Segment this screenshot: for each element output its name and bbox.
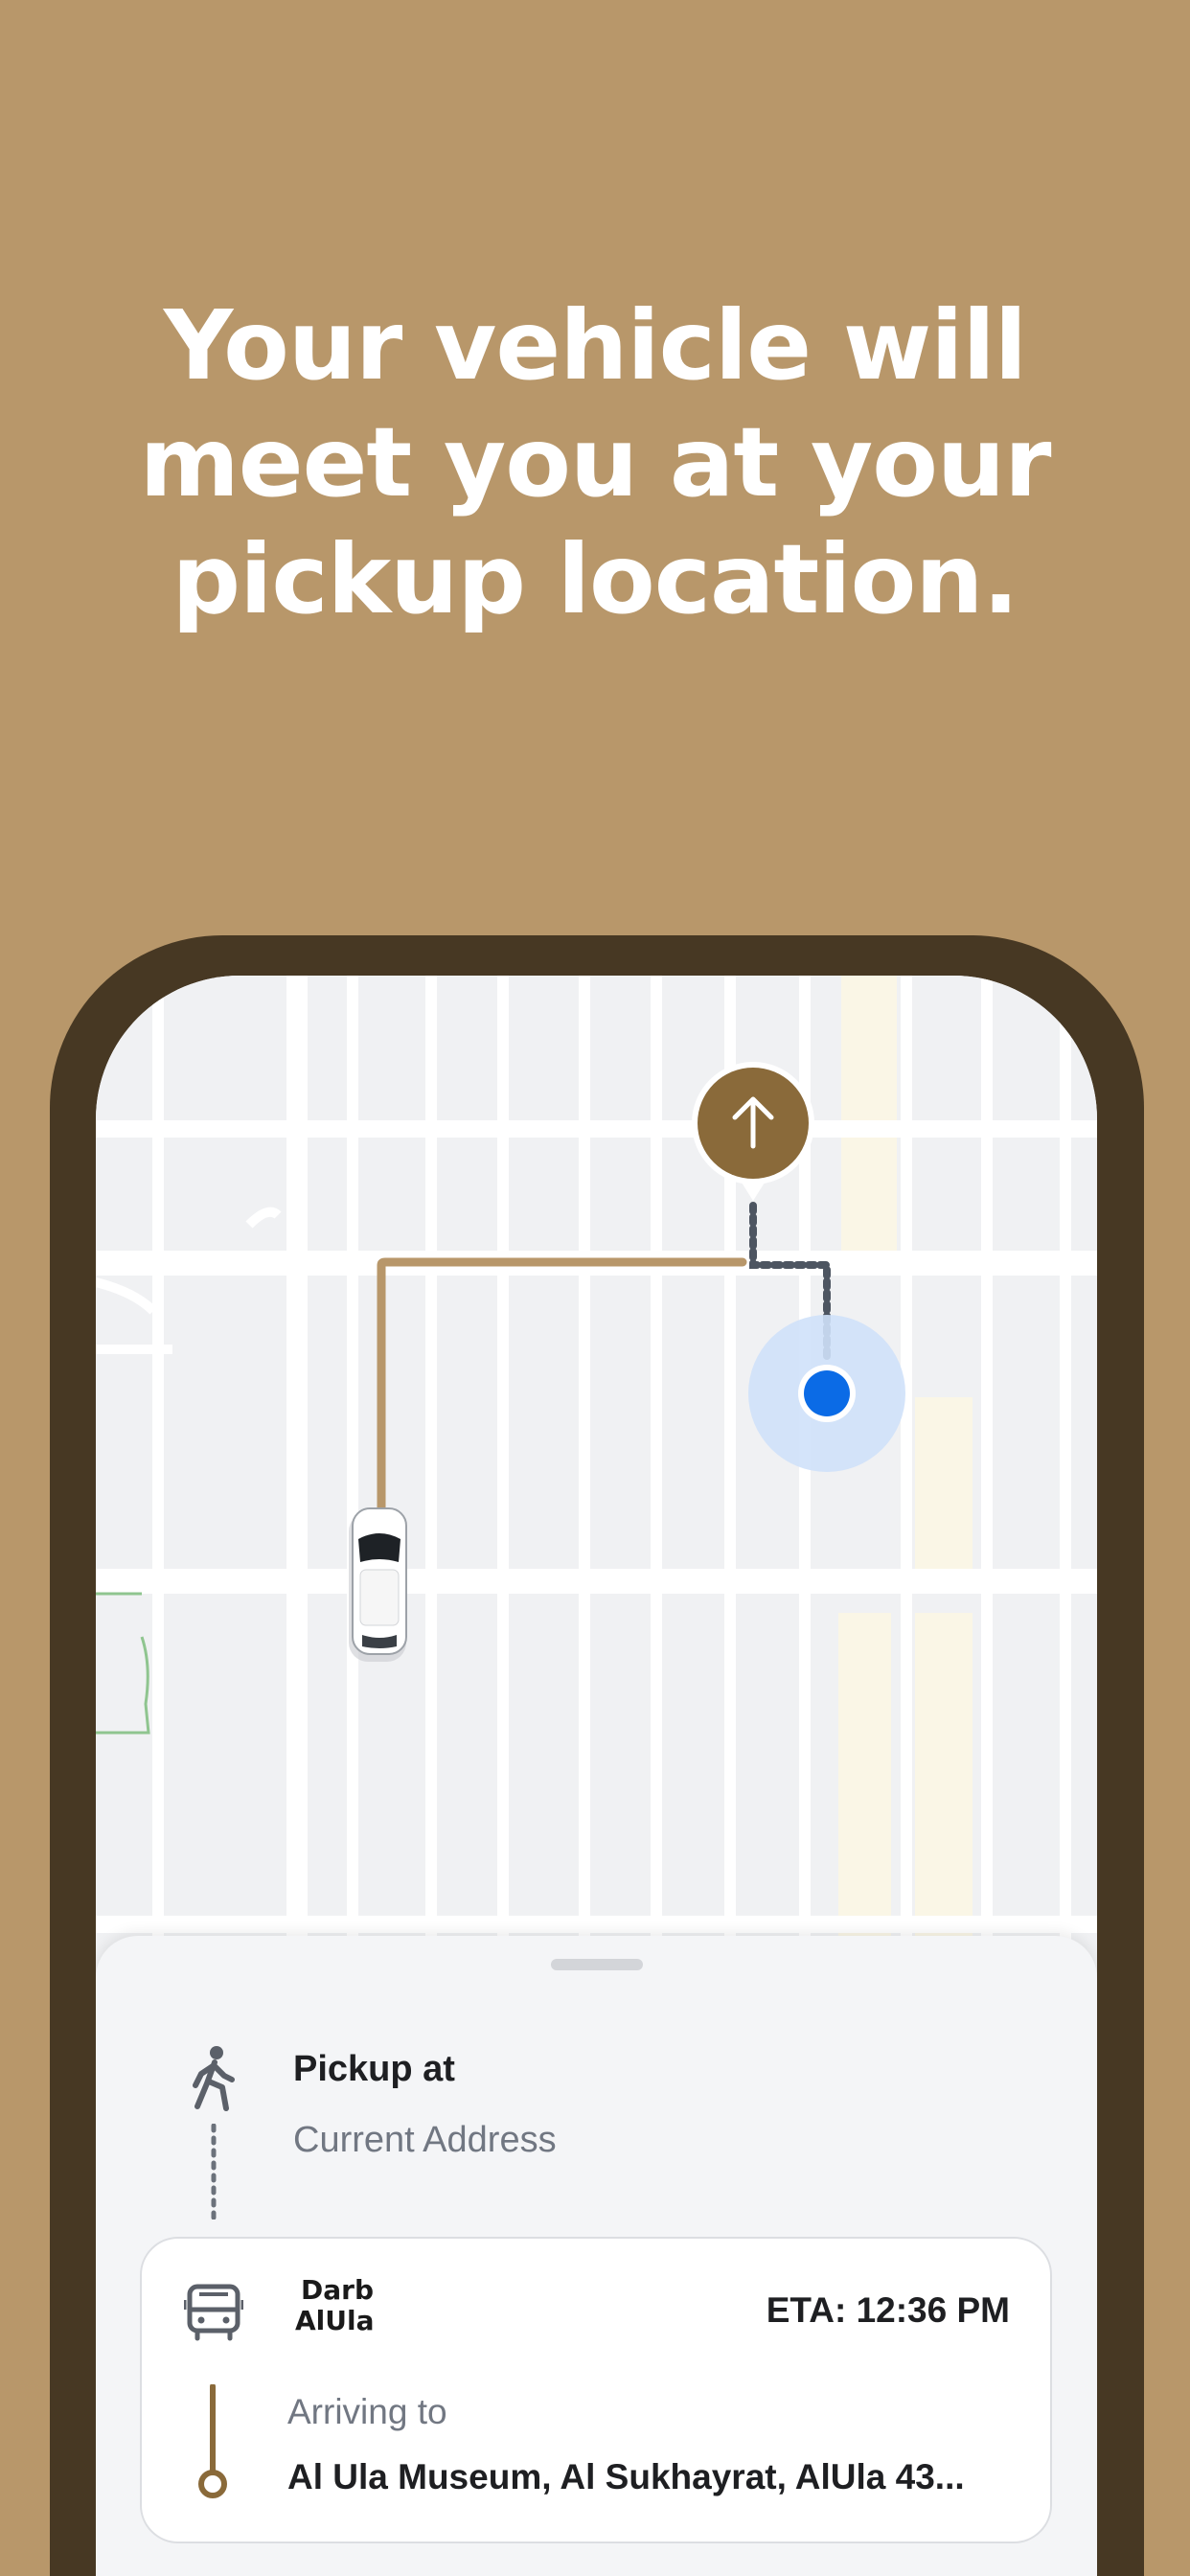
sheet-grabber[interactable]	[551, 1959, 643, 1970]
phone-screen: Pickup at Current Address Darb AlUla ETA…	[96, 976, 1097, 2576]
user-location-dot	[804, 1370, 850, 1416]
darb-alula-logo: Darb AlUla	[295, 2275, 375, 2336]
pickup-address[interactable]: Current Address	[293, 2120, 557, 2161]
headline-line-3: pickup location.	[172, 523, 1019, 635]
bottom-sheet[interactable]: Pickup at Current Address Darb AlUla ETA…	[96, 1936, 1097, 2576]
headline-line-2: meet you at your	[139, 406, 1052, 518]
eta-text: ETA: 12:36 PM	[766, 2290, 1010, 2330]
brand-line-1: Darb	[301, 2274, 374, 2306]
map[interactable]	[96, 976, 1097, 2030]
destination-route-icon	[198, 2384, 227, 2498]
trip-card[interactable]: Darb AlUla ETA: 12:36 PM Arriving to Al …	[140, 2237, 1052, 2543]
headline-line-1: Your vehicle will	[163, 289, 1027, 402]
arriving-label: Arriving to	[287, 2392, 447, 2431]
bus-icon	[184, 2284, 243, 2341]
walking-person-icon	[193, 2046, 235, 2111]
headline: Your vehicle will meet you at your picku…	[0, 288, 1190, 638]
destination-address: Al Ula Museum, Al Sukhayrat, AlUla 43...	[287, 2457, 965, 2496]
brand-line-2: AlUla	[295, 2305, 375, 2336]
pickup-connector-line	[211, 2124, 217, 2220]
pickup-title: Pickup at	[293, 2049, 455, 2089]
car-icon	[349, 1507, 407, 1662]
map-sand-area	[915, 1397, 973, 1579]
map-sand-area	[841, 976, 897, 1263]
